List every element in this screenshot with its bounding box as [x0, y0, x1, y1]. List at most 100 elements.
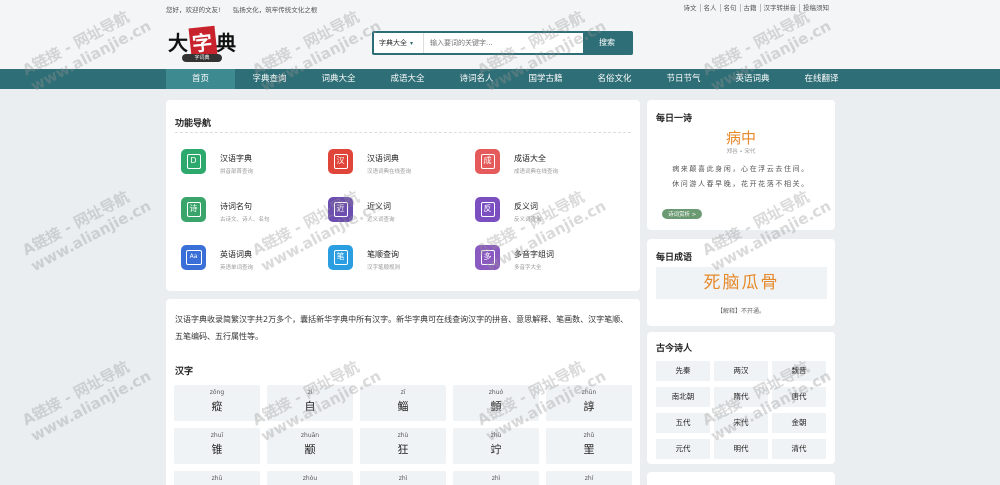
divider: [175, 132, 631, 133]
search-category-select[interactable]: 字典大全 ▾: [374, 33, 424, 53]
char-card[interactable]: zì 自: [267, 385, 353, 421]
antonym-icon: 反: [475, 197, 500, 222]
func-item-synonyms[interactable]: 近 近义词 近义词查询: [313, 196, 453, 228]
era-item[interactable]: 元代: [656, 439, 710, 459]
char-card[interactable]: zhí: [546, 471, 632, 485]
era-item[interactable]: 先秦: [656, 361, 710, 381]
char-card[interactable]: zī 鲻: [360, 385, 446, 421]
search-bar: 字典大全▾ 搜索: [372, 31, 633, 55]
func-item-idioms[interactable]: 成 成语大全 成语词典在线查询: [460, 148, 600, 180]
char-grid: zōng 瘲 zì 自 zī 鲻 zhuó 顫 zhūn 諄 zhuī 锥 zhuān 颛 z…: [174, 385, 634, 485]
func-item-label: 笔顺查询: [367, 250, 399, 259]
func-item-desc: 英语单词查询: [220, 265, 254, 271]
daily-idiom-title: 每日成语: [656, 253, 693, 263]
func-item-antonyms[interactable]: 反 反义词 反义词查询: [460, 196, 600, 228]
func-item-polyphone[interactable]: 多 多音字组词 多音字大全: [460, 244, 600, 276]
func-item-label: 汉语字典: [220, 154, 252, 163]
idiom-word[interactable]: 死脑瓜骨: [656, 267, 827, 299]
top-bar-left: 您好，欢迎的文友! 弘扬文化，筑牢传统文化之根: [166, 4, 317, 14]
poem-more-button[interactable]: 诗词赏析 >: [662, 209, 703, 219]
era-item[interactable]: 宋代: [714, 413, 768, 433]
char-card[interactable]: zhù 狂: [360, 428, 446, 464]
func-item-stroke-order[interactable]: 笔 笔顺查询 汉字笔顺规则: [313, 244, 453, 276]
header: 大字典 字词典 字典大全▾ 搜索: [0, 17, 1000, 69]
nav-item-poets[interactable]: 诗词名人: [442, 69, 511, 89]
main-nav: 首页 字典查询 词典大全 成语大全 诗词名人 国学古籍 名俗文化 节日节气 英语…: [0, 69, 1000, 89]
char-card[interactable]: zhì: [360, 471, 446, 485]
func-item-desc: 多音字大全: [514, 265, 542, 271]
char-card[interactable]: zhuó 顫: [453, 385, 539, 421]
intro-panel: 汉语字典收录简繁汉字共2万多个，囊括新华字典中所有汉字。新华字典可在线查询汉字的…: [166, 299, 640, 485]
logo-char-3: 典: [216, 31, 238, 55]
char-card[interactable]: zhòu: [267, 471, 353, 485]
nav-item-dictionary[interactable]: 词典大全: [304, 69, 373, 89]
top-link-pinyin[interactable]: 汉字转拼音: [759, 4, 800, 12]
char-card[interactable]: zhuān 颛: [267, 428, 353, 464]
top-link-quotes[interactable]: 名句: [719, 4, 740, 12]
poem-author: 郑谷 • 宋代: [726, 149, 756, 155]
poem-line-2: 休问游人春早晚，花开花落不相关。: [672, 180, 810, 188]
era-item[interactable]: 唐代: [772, 387, 826, 407]
idiom-explanation: 【解释】不开通。: [716, 308, 765, 315]
nav-item-classics[interactable]: 国学古籍: [511, 69, 580, 89]
func-item-chinese-dict[interactable]: D 汉语字典 拼音部首查询: [166, 148, 306, 180]
top-links: 诗文 名人 名句 古籍 汉字转拼音 投稿须知: [681, 4, 833, 12]
era-item[interactable]: 两汉: [714, 361, 768, 381]
top-link-classics[interactable]: 古籍: [739, 4, 760, 12]
era-item[interactable]: 南北朝: [656, 387, 710, 407]
brush-icon: 笔: [328, 245, 353, 270]
polyphone-icon: 多: [475, 245, 500, 270]
func-item-desc: 反义词查询: [514, 217, 542, 223]
top-link-poetry[interactable]: 诗文: [681, 4, 700, 12]
nav-item-char-lookup[interactable]: 字典查询: [235, 69, 304, 89]
watermark: A链接 - 网址导航 www.alianjie.cn: [19, 187, 154, 276]
era-item[interactable]: 隋代: [714, 387, 768, 407]
top-link-celebrities[interactable]: 名人: [699, 4, 720, 12]
era-item[interactable]: 明代: [714, 439, 768, 459]
era-item[interactable]: 金朝: [772, 413, 826, 433]
func-item-label: 多音字组词: [514, 250, 554, 259]
search-input[interactable]: [424, 33, 583, 53]
func-item-english[interactable]: Aa 英语词典 英语单词查询: [166, 244, 306, 276]
func-item-word-dict[interactable]: 汉 汉语词典 汉语词典在线查询: [313, 148, 453, 180]
chars-title: 汉字: [175, 367, 194, 377]
era-item[interactable]: 魏晋: [772, 361, 826, 381]
char-card[interactable]: zhù 竚: [453, 428, 539, 464]
func-item-label: 成语大全: [514, 154, 546, 163]
func-item-desc: 近义词查询: [367, 217, 395, 223]
era-item[interactable]: 五代: [656, 413, 710, 433]
func-item-label: 近义词: [367, 202, 391, 211]
search-button[interactable]: 搜索: [583, 33, 631, 53]
char-card[interactable]: zhuī 锥: [174, 428, 260, 464]
top-link-submit[interactable]: 投稿须知: [799, 4, 832, 12]
char-card[interactable]: zhǔ 罜: [546, 428, 632, 464]
char-card[interactable]: zhūn 諄: [546, 385, 632, 421]
dictionary-icon: D: [181, 149, 206, 174]
func-item-label: 汉语词典: [367, 154, 399, 163]
nav-item-culture[interactable]: 名俗文化: [580, 69, 649, 89]
english-dict-icon: Aa: [181, 245, 206, 270]
nav-item-home[interactable]: 首页: [166, 69, 235, 89]
func-item-poetry[interactable]: 诗 诗词名句 古诗文、诗人、名句: [166, 196, 306, 228]
era-item[interactable]: 清代: [772, 439, 826, 459]
logo-subtitle: 字词典: [182, 54, 222, 62]
nav-item-english[interactable]: 英语词典: [718, 69, 787, 89]
site-logo[interactable]: 大字典 字词典: [168, 25, 238, 65]
daily-poem-title: 每日一诗: [656, 114, 693, 124]
func-item-desc: 汉字笔顺规则: [367, 265, 401, 271]
nav-item-translate[interactable]: 在线翻译: [787, 69, 856, 89]
char-card[interactable]: zhū: [174, 471, 260, 485]
poets-title: 古今诗人: [656, 344, 693, 354]
nav-item-festivals[interactable]: 节日节气: [649, 69, 718, 89]
char-card[interactable]: zhì: [453, 471, 539, 485]
synonym-icon: 近: [328, 197, 353, 222]
daily-idiom-panel: 每日成语 死脑瓜骨 【解释】不开通。: [647, 239, 835, 326]
daily-poem-panel: 每日一诗 病中 郑谷 • 宋代 病来颠喜此身闲，心在浮云去住间。 休问游人春早晚…: [647, 100, 835, 230]
char-card[interactable]: zōng 瘲: [174, 385, 260, 421]
nav-item-idioms[interactable]: 成语大全: [373, 69, 442, 89]
intro-text: 汉语字典收录简繁汉字共2万多个，囊括新华字典中所有汉字。新华字典可在线查询汉字的…: [175, 315, 629, 341]
chevron-down-icon: ▾: [410, 40, 414, 47]
func-item-desc: 汉语词典在线查询: [367, 169, 412, 175]
poem-title[interactable]: 病中: [647, 127, 835, 148]
func-item-desc: 古诗文、诗人、名句: [220, 217, 270, 223]
